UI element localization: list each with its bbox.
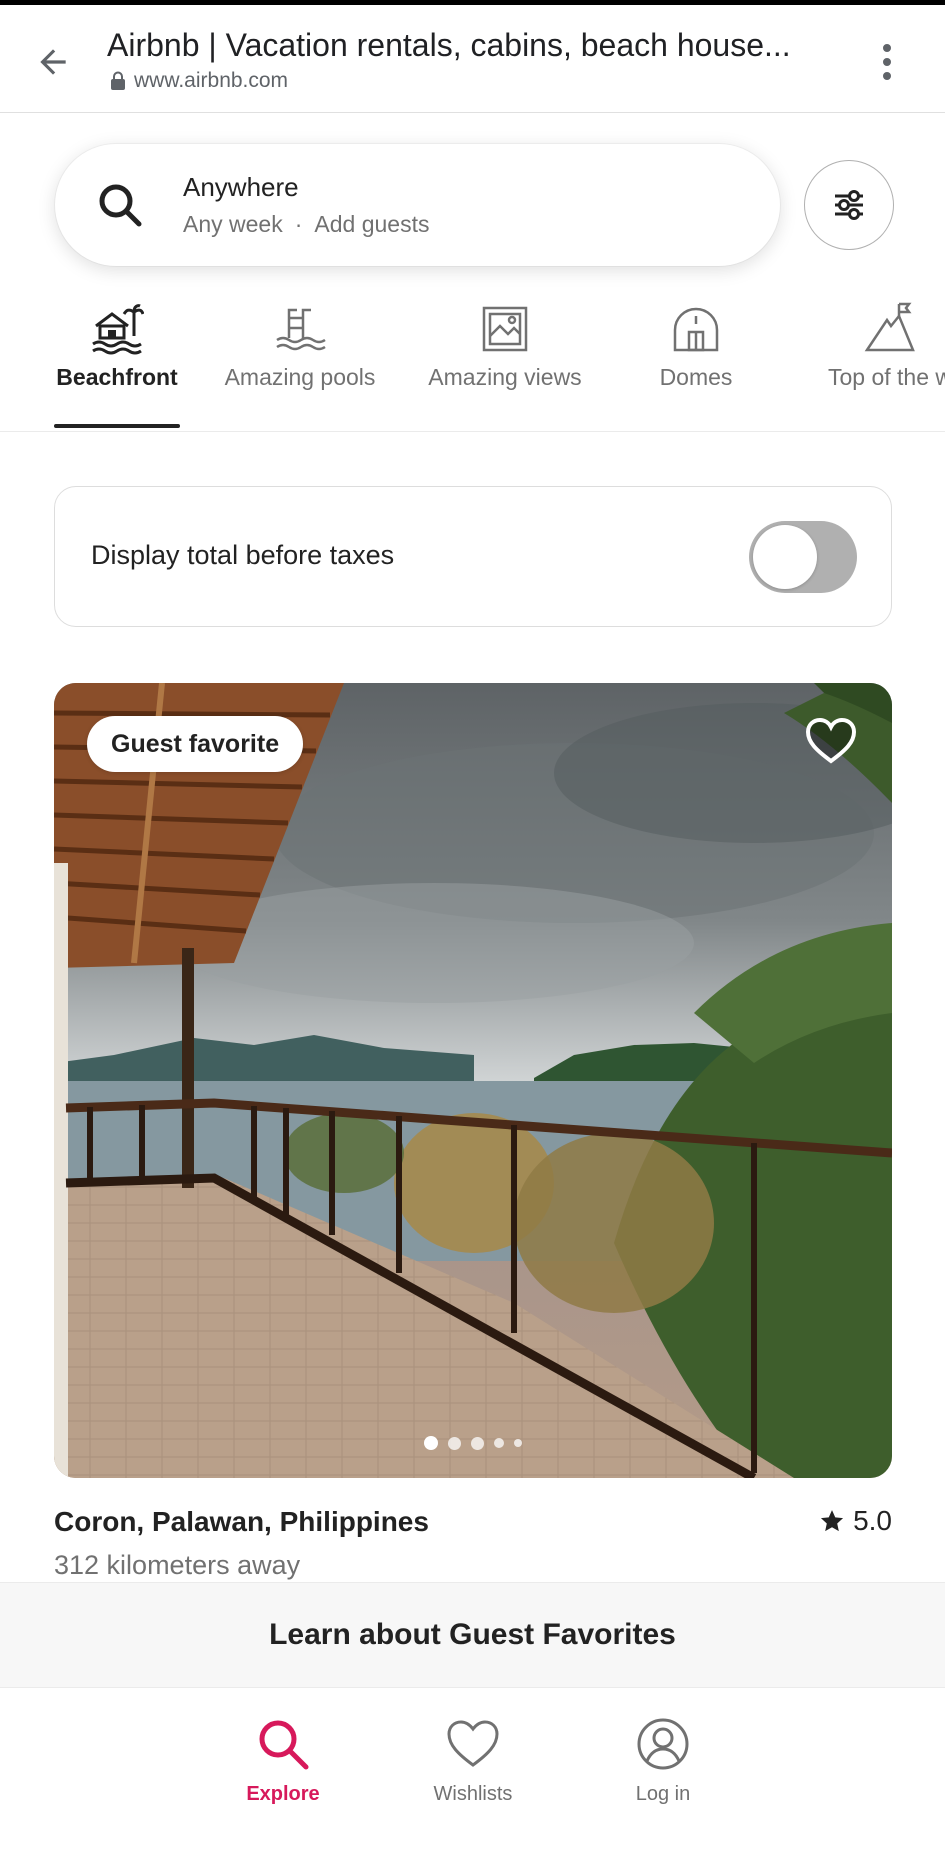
lock-icon [111, 71, 125, 90]
url-display[interactable]: www.airbnb.com [110, 69, 288, 93]
heart-icon [447, 1720, 499, 1767]
listing-photo[interactable]: Guest favorite [54, 683, 892, 1478]
rating-value: 5.0 [853, 1505, 892, 1536]
category-beachfront[interactable]: Beachfront [54, 296, 180, 431]
category-bar: Beachfront Amazing pools Amazing views D… [0, 296, 945, 432]
listing-photo-image [54, 683, 892, 1478]
heart-icon [805, 717, 857, 764]
learn-guest-favorites-button[interactable]: Learn about Guest Favorites [0, 1582, 945, 1688]
pagination-dot [471, 1436, 484, 1450]
browser-page-title: Airbnb | Vacation rentals, cabins, beach… [107, 27, 791, 63]
pagination-dot [514, 1439, 522, 1447]
nav-wishlists[interactable]: Wishlists [403, 1717, 543, 1806]
user-profile-icon [637, 1718, 689, 1770]
url-text: www.airbnb.com [134, 69, 289, 92]
listing-rating: 5.0 [819, 1505, 892, 1537]
bottom-navigation: Explore Wishlists Log in [0, 1689, 945, 1855]
search-bar[interactable]: Anywhere Any week · Add guests [55, 144, 780, 266]
nav-login-label: Log in [635, 1783, 691, 1805]
more-options-button[interactable] [872, 35, 902, 89]
search-location: Anywhere [183, 172, 299, 202]
pool-icon [276, 308, 326, 351]
filters-icon [835, 190, 863, 220]
nav-login[interactable]: Log in [593, 1717, 733, 1806]
pagination-dot [494, 1438, 504, 1448]
category-amazing-pools[interactable]: Amazing pools [210, 296, 390, 431]
kebab-menu-icon [883, 44, 891, 80]
search-guests: Add guests [314, 211, 430, 237]
search-details: Any week · Add guests [183, 211, 429, 238]
category-amazing-views[interactable]: Amazing views [416, 296, 594, 431]
photo-pagination-dots [424, 1436, 522, 1450]
filters-button[interactable] [804, 160, 894, 250]
dome-icon [673, 307, 719, 352]
category-label: Amazing pools [224, 364, 376, 390]
arrow-left-icon [40, 49, 66, 75]
display-total-label: Display total before taxes [91, 540, 395, 570]
category-top-of-the-world[interactable]: Top of the w [800, 296, 945, 431]
category-label: Amazing views [428, 364, 582, 390]
mountain-flag-icon [864, 302, 915, 352]
search-separator: · [294, 211, 303, 237]
toggle-knob [753, 525, 817, 589]
listing-location[interactable]: Coron, Palawan, Philippines [54, 1506, 429, 1538]
category-domes[interactable]: Domes [636, 296, 756, 431]
active-category-indicator [54, 424, 180, 428]
category-label: Top of the w [827, 364, 945, 390]
pagination-dot [424, 1436, 438, 1450]
browser-toolbar: Airbnb | Vacation rentals, cabins, beach… [0, 5, 945, 113]
back-button[interactable] [30, 39, 76, 85]
guest-favorite-badge: Guest favorite [87, 716, 304, 772]
pagination-dot [448, 1436, 461, 1450]
beach-house-icon [92, 304, 144, 355]
search-dates: Any week [183, 211, 283, 237]
nav-explore-label: Explore [246, 1783, 320, 1805]
category-label: Beachfront [56, 364, 178, 390]
display-total-toggle[interactable] [749, 521, 857, 593]
search-icon [97, 182, 143, 228]
search-icon [259, 1720, 309, 1770]
views-icon [482, 306, 528, 352]
listing-distance: 312 kilometers away [54, 1550, 301, 1580]
nav-wishlists-label: Wishlists [433, 1783, 513, 1805]
category-label: Domes [659, 364, 733, 390]
save-to-wishlist-button[interactable] [804, 715, 858, 769]
display-total-card: Display total before taxes [54, 486, 892, 627]
star-icon [821, 1510, 844, 1532]
nav-explore[interactable]: Explore [213, 1717, 353, 1806]
